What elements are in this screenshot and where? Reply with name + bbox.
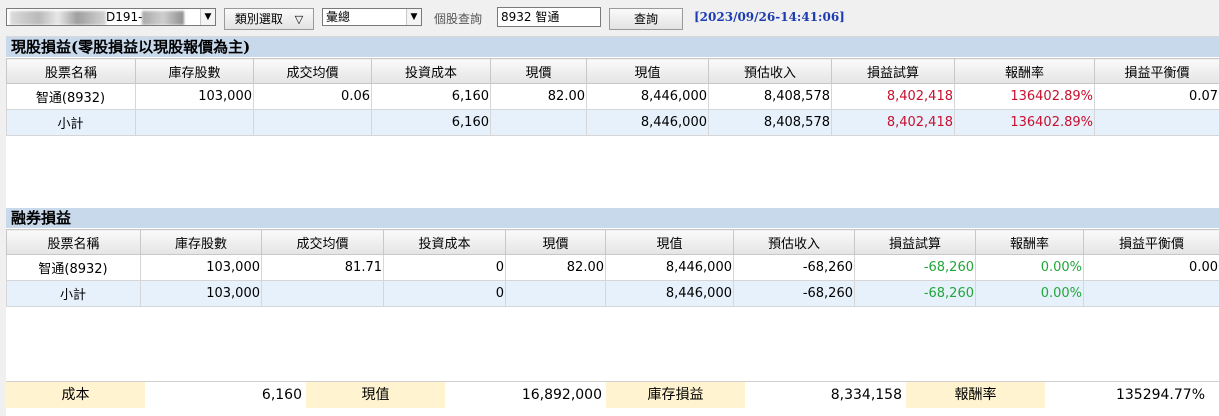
account-select[interactable]: D191- ▼ — [6, 8, 216, 26]
cell-pnl: -68,260 — [855, 281, 976, 307]
cell-pnl: 8,402,418 — [832, 84, 955, 110]
col-header[interactable]: 庫存股數 — [141, 230, 262, 255]
cell-market-value: 8,446,000 — [606, 255, 734, 281]
stock-query-label: 個股查詢 — [434, 10, 482, 27]
cell-avg-price: 81.71 — [262, 255, 384, 281]
cell-price: 82.00 — [506, 255, 606, 281]
cell-est-income: -68,260 — [734, 255, 855, 281]
col-header[interactable]: 損益試算 — [855, 230, 976, 255]
chevron-down-icon[interactable]: ▼ — [406, 9, 421, 25]
toolbar: D191- ▼ 類別選取 ▽ 彙總 ▼ 個股查詢 8932 智通 查詢 [202… — [0, 0, 1219, 37]
return-rate-label: 報酬率 — [906, 382, 1045, 408]
col-header[interactable]: 預估收入 — [709, 59, 832, 84]
cell-shares: 103,000 — [141, 281, 262, 307]
cell-breakeven: 0.07 — [1095, 84, 1219, 110]
table-header-row: 股票名稱 庫存股數 成交均價 投資成本 現價 現值 預估收入 損益試算 報酬率 … — [7, 230, 1219, 255]
cell-est-income: 8,408,578 — [709, 84, 832, 110]
col-header[interactable]: 投資成本 — [372, 59, 491, 84]
stock-query-input[interactable]: 8932 智通 — [497, 7, 601, 27]
market-value-total: 16,892,000 — [445, 382, 606, 408]
cell-cost: 0 — [384, 255, 506, 281]
category-select-label: 類別選取 — [235, 12, 283, 26]
col-header[interactable]: 損益平衡價 — [1084, 230, 1219, 255]
category-select-button[interactable]: 類別選取 ▽ — [224, 8, 314, 30]
col-header[interactable]: 損益平衡價 — [1095, 59, 1219, 84]
col-header[interactable]: 股票名稱 — [7, 59, 136, 84]
table-header-row: 股票名稱 庫存股數 成交均價 投資成本 現價 現值 預估收入 損益試算 報酬率 … — [7, 59, 1219, 84]
redacted-account-suffix — [142, 11, 184, 25]
col-header[interactable]: 庫存股數 — [136, 59, 254, 84]
cell-breakeven — [1095, 110, 1219, 136]
cell-breakeven — [1084, 281, 1219, 307]
col-header[interactable]: 報酬率 — [976, 230, 1084, 255]
cost-value: 6,160 — [145, 382, 306, 408]
col-header[interactable]: 成交均價 — [262, 230, 384, 255]
cell-return: 136402.89% — [955, 84, 1095, 110]
cell-breakeven: 0.00 — [1084, 255, 1219, 281]
inventory-pnl-value: 8,334,158 — [745, 382, 906, 408]
cell-cost: 6,160 — [372, 110, 491, 136]
market-value-label: 現值 — [306, 382, 445, 408]
account-value: D191- — [106, 10, 142, 24]
inventory-pnl-label: 庫存損益 — [606, 382, 745, 408]
cell-pnl: -68,260 — [855, 255, 976, 281]
cell-market-value: 8,446,000 — [587, 84, 709, 110]
cell-stock-name: 智通(8932) — [7, 255, 141, 281]
cell-cost: 6,160 — [372, 84, 491, 110]
stock-pnl-table: 股票名稱 庫存股數 成交均價 投資成本 現價 現值 預估收入 損益試算 報酬率 … — [6, 58, 1219, 136]
summary-footer: 成本 6,160 現值 16,892,000 庫存損益 8,334,158 報酬… — [6, 381, 1219, 408]
summary-select-value: 彙總 — [326, 10, 350, 24]
chevron-down-icon[interactable]: ▼ — [200, 9, 215, 25]
cell-price — [491, 110, 587, 136]
return-rate-value: 135294.77% — [1045, 382, 1209, 408]
col-header[interactable]: 股票名稱 — [7, 230, 141, 255]
table-row[interactable]: 智通(8932) 103,000 0.06 6,160 82.00 8,446,… — [7, 84, 1219, 110]
cell-market-value: 8,446,000 — [606, 281, 734, 307]
short-section-title: 融券損益 — [6, 208, 1219, 228]
cell-price: 82.00 — [491, 84, 587, 110]
cell-return: 0.00% — [976, 281, 1084, 307]
cell-price — [506, 281, 606, 307]
redacted-account-prefix — [10, 11, 106, 25]
cell-avg-price — [254, 110, 372, 136]
col-header[interactable]: 投資成本 — [384, 230, 506, 255]
cell-avg-price: 0.06 — [254, 84, 372, 110]
cell-shares: 103,000 — [141, 255, 262, 281]
short-pnl-table: 股票名稱 庫存股數 成交均價 投資成本 現價 現值 預估收入 損益試算 報酬率 … — [6, 229, 1219, 307]
cell-shares: 103,000 — [136, 84, 254, 110]
cell-est-income: 8,408,578 — [709, 110, 832, 136]
table-row[interactable]: 智通(8932) 103,000 81.71 0 82.00 8,446,000… — [7, 255, 1219, 281]
query-button[interactable]: 查詢 — [609, 8, 683, 30]
col-header[interactable]: 損益試算 — [832, 59, 955, 84]
cell-shares — [136, 110, 254, 136]
subtotal-row[interactable]: 小計 103,000 0 8,446,000 -68,260 -68,260 0… — [7, 281, 1219, 307]
cell-avg-price — [262, 281, 384, 307]
stock-section-title: 現股損益(零股損益以現股報價為主) — [6, 37, 1219, 57]
cell-stock-name: 小計 — [7, 281, 141, 307]
col-header[interactable]: 現價 — [491, 59, 587, 84]
cell-cost: 0 — [384, 281, 506, 307]
subtotal-row[interactable]: 小計 6,160 8,446,000 8,408,578 8,402,418 1… — [7, 110, 1219, 136]
cell-market-value: 8,446,000 — [587, 110, 709, 136]
cell-return: 0.00% — [976, 255, 1084, 281]
triangle-down-icon: ▽ — [295, 13, 303, 26]
cell-stock-name: 小計 — [7, 110, 136, 136]
col-header[interactable]: 成交均價 — [254, 59, 372, 84]
col-header[interactable]: 現值 — [606, 230, 734, 255]
cell-return: 136402.89% — [955, 110, 1095, 136]
col-header[interactable]: 現價 — [506, 230, 606, 255]
cell-pnl: 8,402,418 — [832, 110, 955, 136]
col-header[interactable]: 報酬率 — [955, 59, 1095, 84]
cell-est-income: -68,260 — [734, 281, 855, 307]
cost-label: 成本 — [6, 382, 145, 408]
timestamp: [2023/09/26-14:41:06] — [694, 10, 845, 24]
summary-select[interactable]: 彙總 ▼ — [322, 8, 422, 26]
cell-stock-name: 智通(8932) — [7, 84, 136, 110]
col-header[interactable]: 預估收入 — [734, 230, 855, 255]
col-header[interactable]: 現值 — [587, 59, 709, 84]
